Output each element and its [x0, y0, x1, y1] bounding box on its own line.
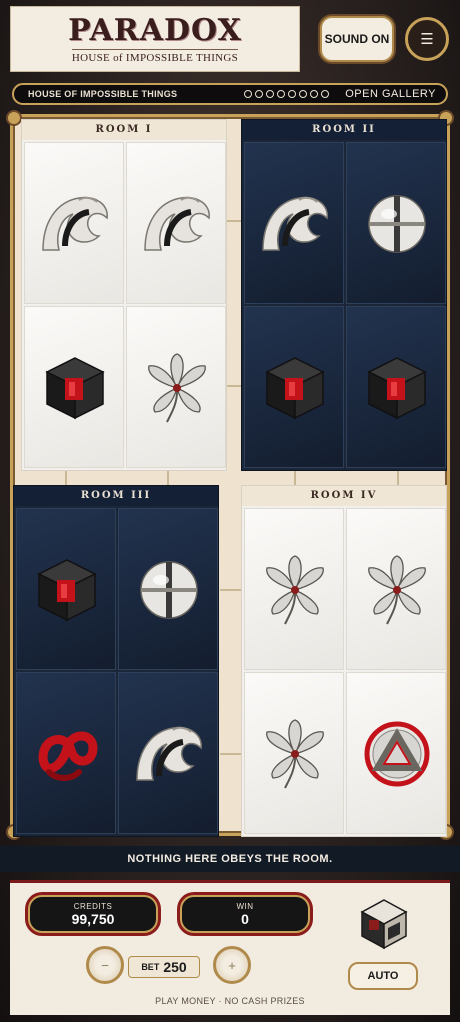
game-logo: PARADOX HOUSE of IMPOSSIBLE THINGS [10, 6, 300, 72]
wave-symbol-icon [262, 196, 328, 251]
room-1: ROOM I [21, 119, 227, 471]
status-message: NOTHING HERE OBEYS THE ROOM. [0, 846, 460, 872]
credits-display: CREDITS 99,750 [28, 895, 158, 933]
reel-cell [126, 142, 226, 304]
gallery-dot [288, 90, 297, 98]
reel-cell [244, 672, 344, 834]
cube-symbol-icon [45, 357, 105, 420]
bet-value: 250 [163, 959, 187, 975]
cube-symbol-icon [37, 559, 97, 622]
reel-cell [24, 142, 124, 304]
room-label: ROOM III [14, 486, 218, 506]
lily-symbol-icon [266, 719, 324, 789]
sound-toggle-button[interactable]: SOUND ON [320, 16, 394, 62]
reel-cell [16, 672, 116, 834]
bet-increase-button[interactable]: + [213, 946, 251, 984]
auto-spin-button[interactable]: AUTO [348, 962, 418, 990]
cube-symbol-icon [367, 357, 427, 420]
sphere-symbol-icon [140, 561, 198, 619]
win-value: 0 [241, 910, 249, 927]
lily-symbol-icon [368, 555, 426, 625]
room-4: ROOM IV [241, 485, 447, 837]
gallery-dot [321, 90, 330, 98]
reel-cell [346, 672, 446, 834]
bet-label: BET [141, 962, 160, 972]
reel-cell [118, 508, 218, 670]
gallery-dot [244, 90, 253, 98]
reel-cell [16, 508, 116, 670]
cube-symbol-icon [265, 357, 325, 420]
reel-cell [346, 306, 446, 468]
open-gallery-button[interactable]: OPEN GALLERY [345, 88, 436, 100]
gallery-dot [310, 90, 319, 98]
logo-subtitle: HOUSE of IMPOSSIBLE THINGS [71, 48, 239, 64]
credits-label: CREDITS [73, 901, 113, 911]
reel-cell [346, 508, 446, 670]
room-2: ROOM II [241, 119, 447, 471]
spin-cube-icon[interactable] [360, 898, 408, 950]
reel-cell [346, 142, 446, 304]
win-label: WIN [236, 901, 254, 911]
lily-symbol-icon [266, 555, 324, 625]
reel-cell [126, 306, 226, 468]
reel-cell [244, 306, 344, 468]
credits-value: 99,750 [71, 910, 115, 927]
gallery-dot [255, 90, 264, 98]
reel-cell [244, 508, 344, 670]
gallery-dot [299, 90, 308, 98]
room-3: ROOM III [13, 485, 219, 837]
hamburger-icon: ☰ [420, 31, 434, 48]
triangle-symbol-icon [364, 721, 430, 787]
disclaimer-text: PLAY MONEY · NO CASH PRIZES [155, 996, 305, 1006]
lily-symbol-icon [148, 353, 206, 423]
board-corner-ornament [6, 110, 22, 126]
room-label: ROOM I [22, 120, 226, 140]
gallery-dot [266, 90, 275, 98]
room-label: ROOM II [242, 120, 446, 140]
wave-symbol-icon [144, 196, 210, 251]
slot-board: ROOM I ROOM II ROOM III ROOM IV [6, 110, 454, 840]
reel-cell [118, 672, 218, 834]
ribbon-symbol-icon [38, 731, 98, 781]
logo-title: PARADOX [68, 12, 242, 48]
reel-cell [244, 142, 344, 304]
bet-decrease-button[interactable]: − [86, 946, 124, 984]
menu-button[interactable]: ☰ [405, 17, 449, 61]
gallery-bar: HOUSE OF IMPOSSIBLE THINGS OPEN GALLERY [12, 83, 448, 105]
bet-display: BET 250 [128, 956, 200, 978]
gallery-progress-dots [244, 90, 330, 98]
gallery-dot [277, 90, 286, 98]
win-display: WIN 0 [180, 895, 310, 933]
wave-symbol-icon [136, 726, 202, 781]
sphere-symbol-icon [368, 195, 426, 253]
reel-cell [24, 306, 124, 468]
gallery-title: HOUSE OF IMPOSSIBLE THINGS [28, 89, 178, 99]
wave-symbol-icon [42, 196, 108, 251]
room-label: ROOM IV [242, 486, 446, 506]
